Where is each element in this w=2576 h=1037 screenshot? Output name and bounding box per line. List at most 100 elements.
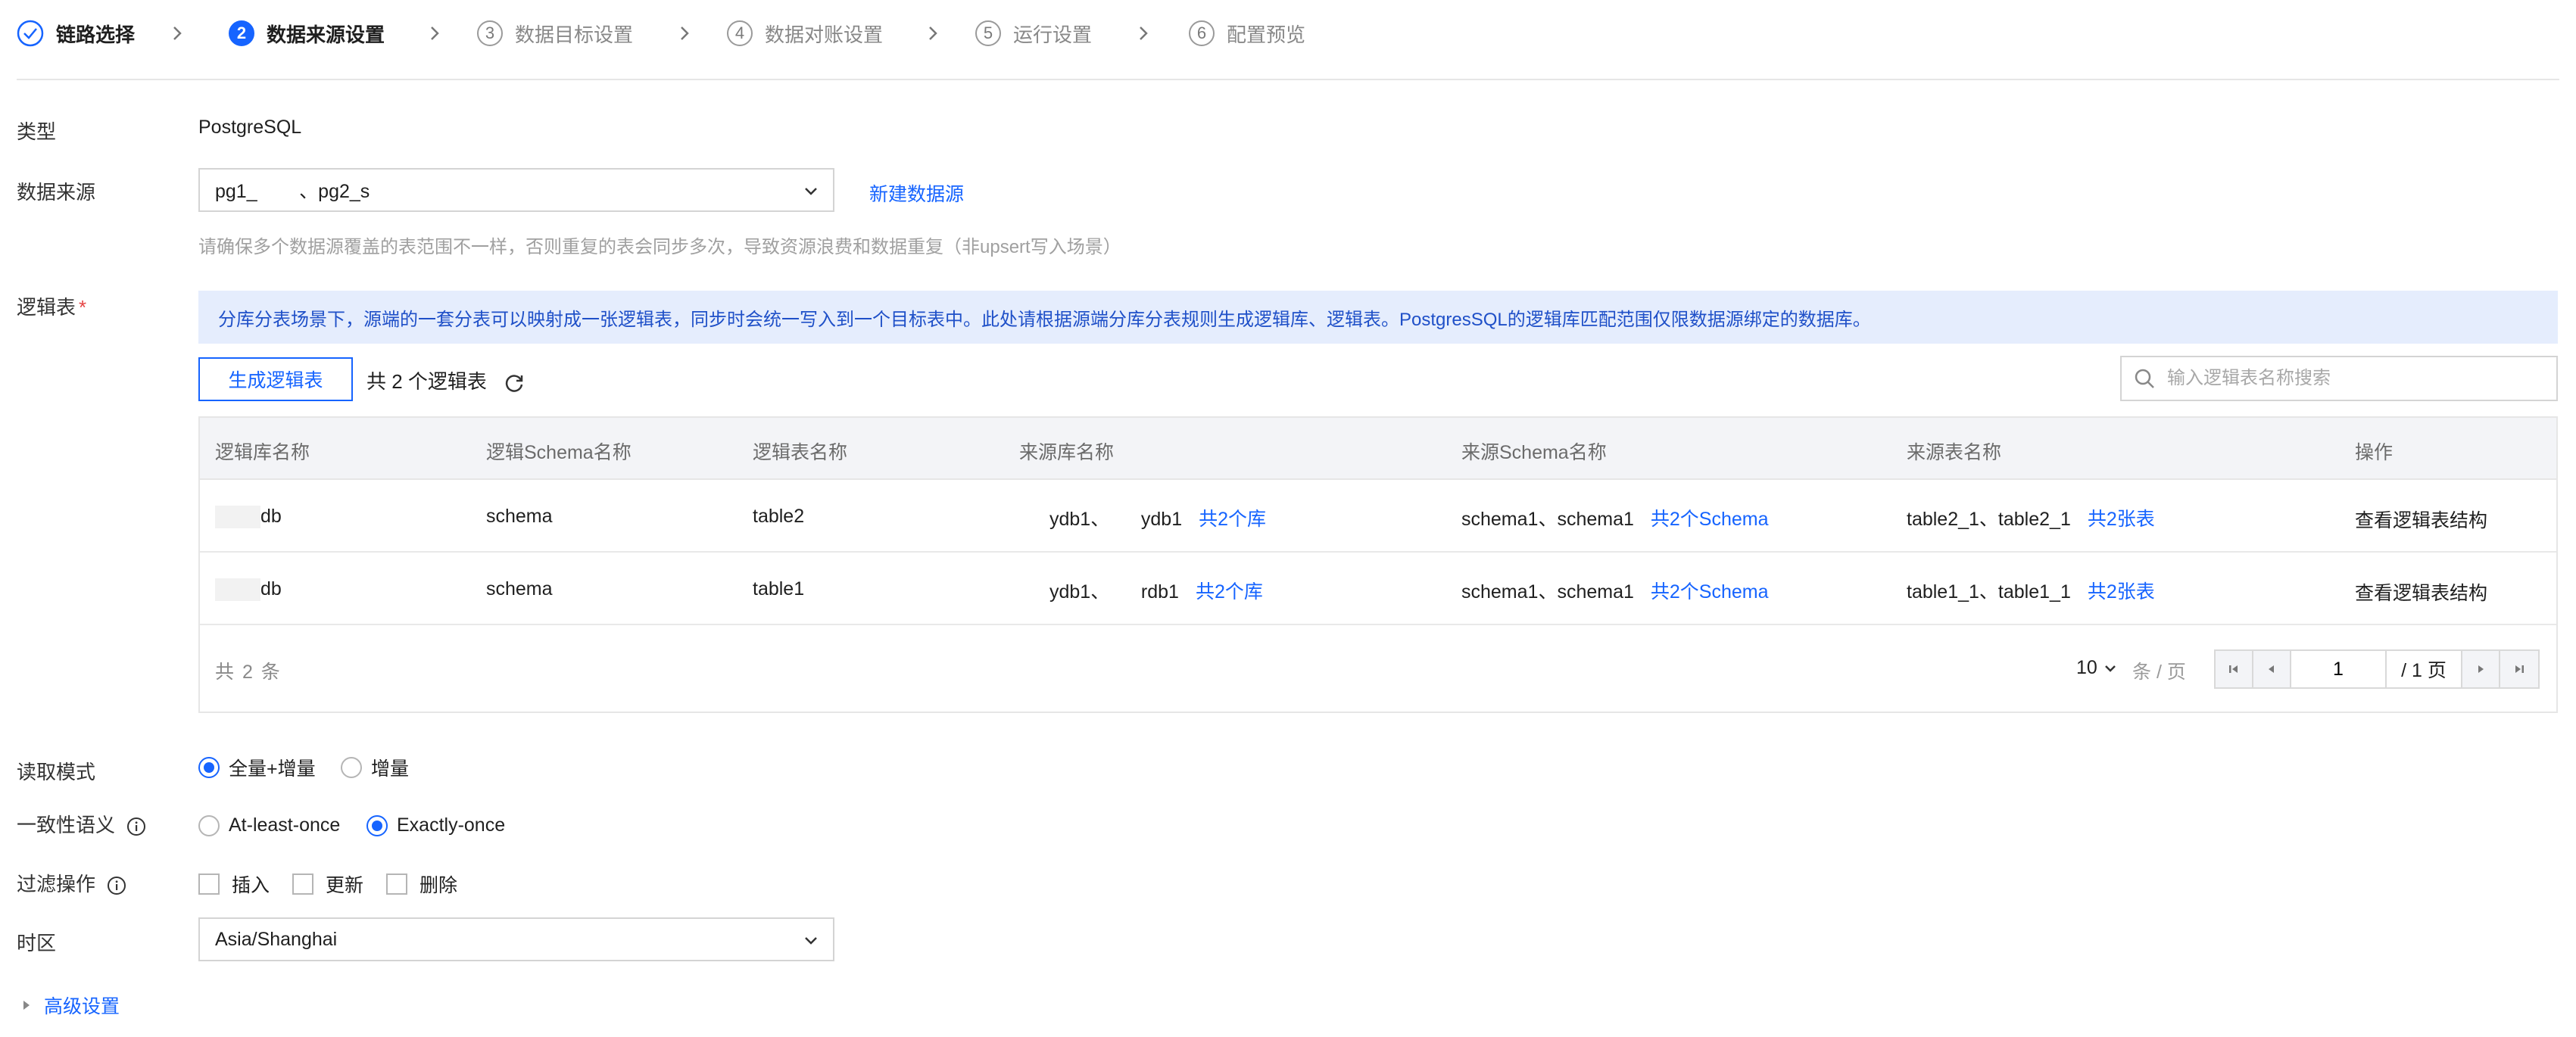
consistency-label: 一致性语义 — [17, 810, 146, 838]
table-footer: 共 2 条 10 条 / 页 / 1 页 — [200, 627, 2556, 712]
cell-source-schema: schema1、schema1 共2个Schema — [1461, 577, 1769, 604]
cell-db-text: db — [260, 578, 282, 599]
radio-checked[interactable] — [198, 757, 220, 778]
filter-ops-label-text: 过滤操作 — [17, 873, 96, 895]
logic-table: 逻辑库名称 逻辑Schema名称 逻辑表名称 来源库名称 来源Schema名称 … — [198, 416, 2558, 713]
step-label: 链路选择 — [56, 23, 136, 46]
step-number: 2 — [229, 20, 254, 46]
radio-checked[interactable] — [366, 814, 388, 836]
view-structure-link[interactable]: 查看逻辑表结构 — [2355, 506, 2487, 533]
filter-update[interactable]: 更新 — [292, 870, 363, 898]
column-header: 来源库名称 — [1019, 442, 1115, 463]
timezone-select[interactable]: Asia/Shanghai — [198, 917, 834, 961]
datasource-select-value: pg1_ 、pg2_s — [215, 181, 370, 202]
last-page-icon[interactable] — [2500, 651, 2538, 687]
column-header: 来源表名称 — [1907, 442, 2002, 463]
step-route-select[interactable]: 链路选择 — [17, 14, 135, 53]
checkbox[interactable] — [292, 874, 313, 895]
total-pages: / 1 页 — [2387, 651, 2462, 687]
logic-table-count-text: 共 2 个逻辑表 — [366, 370, 487, 393]
first-page-icon[interactable] — [2216, 651, 2253, 687]
consistency-label-text: 一致性语义 — [17, 814, 116, 836]
check-circle-icon — [17, 20, 44, 47]
cell-db: db — [215, 578, 282, 602]
radio-unchecked[interactable] — [341, 757, 362, 778]
datasource-select[interactable]: pg1_ 、pg2_s — [198, 168, 834, 212]
page-number-input[interactable] — [2291, 651, 2387, 687]
logic-table-count: 共 2 个逻辑表 — [366, 366, 525, 394]
column-header: 逻辑表名称 — [753, 442, 848, 463]
cell-schema: schema — [486, 506, 553, 527]
pagination: / 1 页 — [2214, 649, 2540, 689]
read-mode-full-incremental[interactable]: 全量+增量 — [198, 754, 316, 781]
info-icon[interactable] — [126, 817, 146, 836]
cell-source-db-text: ydb1、 rdb1 — [1049, 581, 1179, 603]
info-banner-text: 分库分表场景下，源端的一套分表可以映射成一张逻辑表，同步时会统一写入到一个目标表… — [218, 309, 1871, 330]
step-label: 配置预览 — [1227, 23, 1306, 46]
filter-insert[interactable]: 插入 — [198, 870, 270, 898]
read-mode-incremental[interactable]: 增量 — [341, 754, 409, 781]
read-mode-label: 读取模式 — [17, 761, 96, 783]
new-datasource-link[interactable]: 新建数据源 — [869, 179, 964, 207]
checkbox[interactable] — [198, 874, 220, 895]
steps-divider — [17, 79, 2559, 80]
consistency-at-least-once[interactable]: At-least-once — [198, 814, 340, 836]
table-row: db schema table1 ydb1、 rdb1 共2个库 schema1、… — [200, 553, 2556, 625]
advanced-settings-label: 高级设置 — [44, 996, 120, 1017]
cell-source-table: table2_1、table2_1 共2张表 — [1907, 504, 2155, 531]
source-schema-link[interactable]: 共2个Schema — [1651, 581, 1769, 603]
consistency-exactly-once[interactable]: Exactly-once — [366, 814, 505, 836]
logic-table-label: 逻辑表 * — [17, 292, 86, 320]
cell-source-table: table1_1、table1_1 共2张表 — [1907, 577, 2155, 604]
cell-schema: schema — [486, 578, 553, 599]
source-table-link[interactable]: 共2张表 — [2088, 509, 2155, 530]
step-source-settings[interactable]: 2 数据来源设置 — [229, 14, 385, 53]
radio-label: At-least-once — [229, 814, 341, 836]
source-table-link[interactable]: 共2张表 — [2088, 581, 2155, 603]
cell-source-db: ydb1、 ydb1 共2个库 — [1049, 504, 1266, 531]
cell-source-schema-text: schema1、schema1 — [1461, 509, 1634, 530]
info-icon[interactable] — [107, 876, 126, 895]
step-run-settings[interactable]: 5 运行设置 — [975, 14, 1092, 53]
chevron-right-icon — [423, 21, 447, 45]
step-number: 3 — [477, 20, 503, 46]
filter-delete[interactable]: 删除 — [386, 870, 457, 898]
radio-unchecked[interactable] — [198, 814, 220, 836]
source-schema-link[interactable]: 共2个Schema — [1651, 509, 1769, 530]
type-value: PostgreSQL — [198, 117, 302, 138]
filter-ops-label: 过滤操作 — [17, 869, 126, 897]
column-header: 来源Schema名称 — [1461, 442, 1607, 463]
chevron-right-icon — [165, 21, 189, 45]
step-number: 4 — [727, 20, 753, 46]
step-number: 6 — [1189, 20, 1215, 46]
page-size-select[interactable]: 10 — [2076, 657, 2117, 679]
view-structure-link[interactable]: 查看逻辑表结构 — [2355, 578, 2487, 606]
checkbox-label: 删除 — [419, 875, 458, 896]
cell-source-db-text: ydb1、 ydb1 — [1049, 509, 1183, 530]
search-input[interactable] — [2166, 367, 2547, 390]
step-target-settings[interactable]: 3 数据目标设置 — [477, 14, 633, 53]
logic-table-search[interactable] — [2120, 356, 2558, 401]
chevron-right-icon — [921, 21, 945, 45]
refresh-icon[interactable] — [503, 372, 525, 394]
chevron-right-icon — [672, 21, 697, 45]
source-db-link[interactable]: 共2个库 — [1199, 509, 1266, 530]
next-page-icon[interactable] — [2462, 651, 2500, 687]
masked-text — [215, 578, 260, 602]
radio-label: Exactly-once — [397, 814, 506, 836]
source-db-link[interactable]: 共2个库 — [1196, 581, 1263, 603]
step-label: 运行设置 — [1013, 23, 1093, 46]
info-banner: 分库分表场景下，源端的一套分表可以映射成一张逻辑表，同步时会统一写入到一个目标表… — [198, 291, 2558, 344]
advanced-settings-toggle[interactable]: 高级设置 — [21, 992, 120, 1019]
datasource-label: 数据来源 — [17, 181, 96, 204]
step-reconcile-settings[interactable]: 4 数据对账设置 — [727, 14, 883, 53]
cell-source-table-text: table1_1、table1_1 — [1907, 581, 2071, 603]
logic-table-label-text: 逻辑表 — [17, 296, 76, 319]
cell-db-text: db — [260, 506, 282, 527]
generate-logic-table-button[interactable]: 生成逻辑表 — [198, 357, 353, 401]
checkbox-label: 插入 — [232, 875, 270, 896]
step-config-preview[interactable]: 6 配置预览 — [1189, 14, 1305, 53]
checkbox[interactable] — [386, 874, 407, 895]
datasource-hint: 请确保多个数据源覆盖的表范围不一样，否则重复的表会同步多次，导致资源浪费和数据重… — [198, 237, 1121, 257]
prev-page-icon[interactable] — [2253, 651, 2291, 687]
